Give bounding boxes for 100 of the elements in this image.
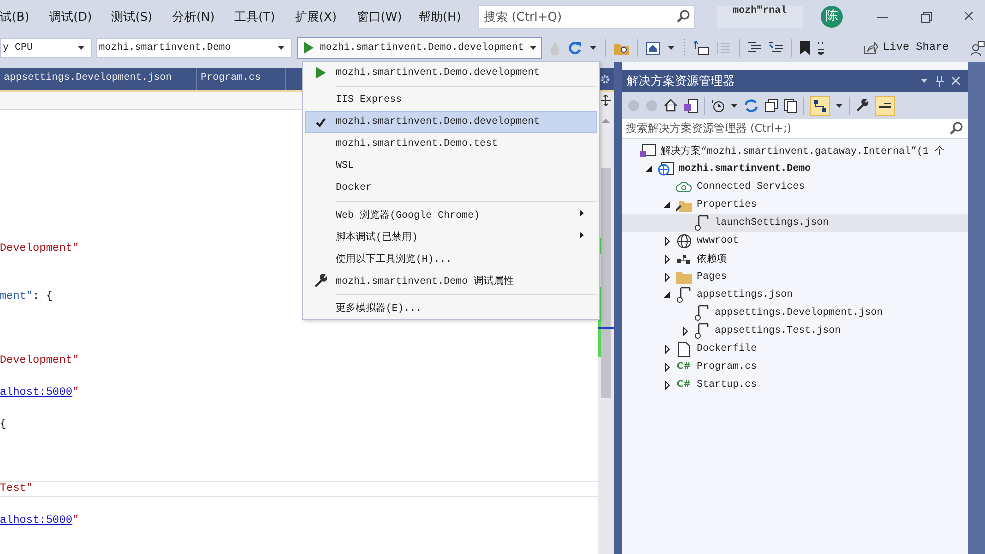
collapsed-arrow-icon[interactable] xyxy=(664,236,670,246)
show-all-files-icon[interactable] xyxy=(784,98,797,112)
indent-icon[interactable] xyxy=(694,41,710,55)
menu-item[interactable]: Docker xyxy=(305,177,597,199)
tree-item[interactable]: Dockerfile xyxy=(622,340,968,358)
collapsed-arrow-icon[interactable] xyxy=(664,380,670,390)
menu-item[interactable]: 使用以下工具浏览(H)... xyxy=(305,248,597,270)
folder-wrench-icon xyxy=(676,198,692,212)
tree-item[interactable]: launchSettings.json xyxy=(622,214,968,232)
start-button[interactable]: mozhi.smartinvent.Demo.development xyxy=(297,37,542,59)
tree-item[interactable]: 依赖项 xyxy=(622,250,968,268)
hierarchy-icon[interactable] xyxy=(813,98,827,112)
project-dropdown[interactable]: mozhi.smartinvent.Demo xyxy=(96,38,292,58)
menu-item[interactable]: mozhi.smartinvent.Demo.development xyxy=(305,62,597,84)
platform-dropdown[interactable]: y CPU xyxy=(0,38,92,58)
collapse-all-icon[interactable] xyxy=(765,99,778,112)
expanded-arrow-icon[interactable] xyxy=(664,292,670,298)
menu-item[interactable]: mozhi.smartinvent.Demo.test xyxy=(305,133,597,155)
close-icon[interactable] xyxy=(952,77,960,85)
expanded-arrow-icon[interactable] xyxy=(646,166,652,172)
search-field[interactable]: 搜索解决方案资源管理器 (Ctrl+;) xyxy=(622,119,968,139)
caret-icon[interactable] xyxy=(668,46,676,50)
tree-item[interactable]: 解决方案“mozhi.smartinvent.gataway.Internal”(1 个 xyxy=(622,142,968,160)
comment-icon[interactable] xyxy=(748,42,762,54)
splitter-icon[interactable] xyxy=(601,95,611,106)
gear-icon[interactable] xyxy=(601,74,610,84)
search-field[interactable]: 搜索 (Ctrl+Q) xyxy=(478,5,695,29)
menu-item[interactable]: 工具(T) xyxy=(234,8,296,26)
collapsed-arrow-icon[interactable] xyxy=(664,272,670,282)
collapsed-arrow-icon[interactable] xyxy=(664,362,670,372)
overflow-icon[interactable] xyxy=(818,41,824,55)
caret-icon[interactable] xyxy=(731,104,738,108)
web-project-icon xyxy=(658,162,674,176)
caret-icon[interactable] xyxy=(590,46,598,50)
menu-item[interactable]: mozhi.smartinvent.Demo.development xyxy=(305,111,597,133)
menu-item[interactable]: 窗口(W) xyxy=(356,8,419,26)
menu-item[interactable]: 分析(N) xyxy=(172,8,235,26)
restore-icon[interactable] xyxy=(921,12,932,22)
editor-tab[interactable]: Program.cs xyxy=(197,68,286,90)
dropdown-icon[interactable] xyxy=(921,79,928,83)
tree-item[interactable]: appsettings.Development.json xyxy=(622,304,968,322)
home-icon[interactable] xyxy=(664,99,678,112)
uncomment-icon[interactable] xyxy=(769,42,784,54)
editor-tab[interactable]: appsettings.Development.json xyxy=(0,68,198,90)
menu-item[interactable]: 试(B) xyxy=(0,8,50,26)
file-icon xyxy=(678,342,690,356)
caret-icon[interactable] xyxy=(530,46,538,50)
tree-item[interactable]: Connected Services xyxy=(622,178,968,196)
cloud-icon xyxy=(676,181,692,193)
window-icon[interactable] xyxy=(646,42,660,54)
tree-item[interactable]: C# Startup.cs xyxy=(622,376,968,394)
refresh-icon[interactable] xyxy=(568,41,582,55)
close-icon[interactable] xyxy=(965,12,973,22)
folder-search-icon[interactable] xyxy=(614,42,630,54)
caret-icon[interactable] xyxy=(78,46,86,50)
solution-icon xyxy=(640,144,656,158)
search-icon[interactable] xyxy=(677,10,690,23)
json-file-icon xyxy=(677,287,691,303)
code-line: { xyxy=(0,418,8,433)
menu-item[interactable]: WSL xyxy=(305,155,597,177)
search-icon[interactable] xyxy=(950,122,963,135)
dependencies-icon xyxy=(677,253,691,265)
submenu-arrow-icon xyxy=(580,210,584,216)
tree-item[interactable]: appsettings.Test.json xyxy=(622,322,968,340)
live-share-button[interactable]: Live Share xyxy=(862,42,952,54)
menu-item[interactable]: 更多模拟器(E)... xyxy=(305,297,597,319)
bookmark-icon[interactable] xyxy=(800,41,810,55)
caret-icon[interactable] xyxy=(278,46,286,50)
url-link[interactable]: alhost:5000 xyxy=(0,515,73,527)
switch-views-icon[interactable] xyxy=(684,98,698,112)
grip-icon xyxy=(683,39,686,57)
code-line: Development" xyxy=(0,354,80,369)
tree-item[interactable]: C# Program.cs xyxy=(622,358,968,376)
menu-item[interactable]: Web 浏览器(Google Chrome) xyxy=(305,204,597,226)
tree-item[interactable]: appsettings.json xyxy=(622,286,968,304)
tree-item[interactable]: wwwroot xyxy=(622,232,968,250)
vertical-scrollbar[interactable] xyxy=(598,92,614,554)
menu-item[interactable]: mozhi.smartinvent.Demo 调试属性 xyxy=(305,270,597,292)
collapsed-arrow-icon[interactable] xyxy=(664,344,670,354)
tree-item[interactable]: mozhi.smartinvent.Demo xyxy=(622,160,968,178)
pin-icon[interactable] xyxy=(936,76,944,86)
tree-item[interactable]: Properties xyxy=(622,196,968,214)
url-link[interactable]: alhost:5000 xyxy=(0,387,73,399)
history-icon[interactable] xyxy=(711,98,725,112)
collapsed-arrow-icon[interactable] xyxy=(682,326,688,336)
user-avatar[interactable]: 陈 xyxy=(821,6,843,28)
menu-item[interactable]: 帮助(H) xyxy=(418,8,481,26)
menu-item[interactable]: IIS Express xyxy=(305,89,597,111)
minimize-icon[interactable] xyxy=(877,16,888,18)
feedback-icon[interactable] xyxy=(971,40,985,56)
menu-item[interactable]: 脚本调试(已禁用) xyxy=(305,226,597,248)
tree-item[interactable]: Pages xyxy=(622,268,968,286)
sync-icon[interactable] xyxy=(744,98,759,112)
caret-icon[interactable] xyxy=(836,104,843,108)
menu-item[interactable]: 测试(S) xyxy=(112,8,173,26)
menu-item[interactable]: 调试(D) xyxy=(50,8,112,26)
collapsed-arrow-icon[interactable] xyxy=(664,254,670,264)
csharp-file-icon: C# xyxy=(676,362,692,372)
menu-item[interactable]: 扩展(X) xyxy=(295,8,357,26)
expanded-arrow-icon[interactable] xyxy=(664,202,670,208)
